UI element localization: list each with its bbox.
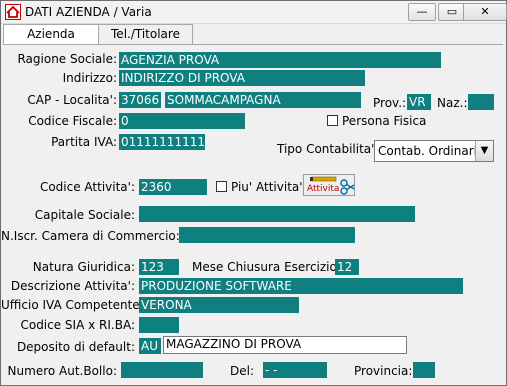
maximize-button[interactable]: ▭ <box>438 3 466 21</box>
descrizione-attivita-label: Descrizione Attivita': <box>10 279 135 293</box>
naz-field[interactable] <box>468 94 494 110</box>
localita-field[interactable]: SOMMACAMPAGNA <box>165 92 361 108</box>
deposito-default-label: Deposito di default: <box>16 340 135 354</box>
tipo-contabilita-select[interactable]: Contab. Ordinaria ▼ <box>374 140 494 162</box>
ragione-sociale-field[interactable]: AGENZIA PROVA <box>119 52 441 68</box>
app-logo-icon <box>5 4 21 20</box>
codice-sia-field[interactable] <box>139 317 179 333</box>
ragione-sociale-label: Ragione Sociale: <box>17 52 117 66</box>
tab-tel-titolare[interactable]: Tel./Titolare <box>98 24 193 44</box>
prov-field[interactable]: VR <box>407 94 431 110</box>
attivita-button[interactable]: Attivita <box>303 174 355 196</box>
deposito-code-field[interactable]: AU <box>139 338 161 354</box>
chevron-down-icon[interactable]: ▼ <box>475 141 493 161</box>
ufficio-iva-field[interactable]: VERONA <box>139 297 299 313</box>
numero-aut-bollo-field[interactable] <box>121 362 203 378</box>
numero-aut-bollo-label: Numero Aut.Bollo: <box>7 364 117 378</box>
close-icon: ✕ <box>480 5 490 18</box>
minimize-icon: — <box>416 5 428 18</box>
codice-fiscale-label: Codice Fiscale: <box>28 114 117 128</box>
capitale-sociale-label: Capitale Sociale: <box>34 208 135 222</box>
descrizione-attivita-field[interactable]: PRODUZIONE SOFTWARE <box>139 278 463 294</box>
tab-bar: Azienda Tel./Titolare <box>3 24 503 44</box>
window-title: DATI AZIENDA / Varia <box>25 5 152 19</box>
n-iscr-label: N.Iscr. Camera di Commercio: <box>1 229 180 243</box>
tipo-contabilita-value: Contab. Ordinaria <box>378 144 485 158</box>
persona-fisica-checkbox[interactable] <box>327 115 338 126</box>
close-button[interactable]: ✕ <box>463 3 507 21</box>
minimize-button[interactable]: — <box>408 3 436 21</box>
provincia-field[interactable] <box>413 362 435 378</box>
del-field[interactable]: - - <box>263 362 327 378</box>
prov-label: Prov.: <box>373 96 407 110</box>
deposito-name-field[interactable]: MAGAZZINO DI PROVA <box>163 336 407 354</box>
tab-panel-border <box>3 44 503 45</box>
cap-field[interactable]: 37066 <box>119 92 161 108</box>
indirizzo-label: Indirizzo: <box>62 71 117 85</box>
tab-azienda[interactable]: Azienda <box>3 24 99 44</box>
title-bar: DATI AZIENDA / Varia — ▭ ✕ <box>1 1 507 24</box>
maximize-icon: ▭ <box>446 5 458 18</box>
mese-chiusura-field[interactable]: 12 <box>335 259 359 275</box>
capitale-sociale-field[interactable] <box>139 206 415 222</box>
codice-sia-label: Codice SIA x RI.BA: <box>20 318 135 332</box>
attivita-button-label: Attivita <box>307 184 340 194</box>
ufficio-iva-label: Ufficio IVA Competente: <box>1 298 144 312</box>
tipo-contabilita-label: Tipo Contabilita': <box>277 142 379 156</box>
piu-attivita-checkbox[interactable] <box>216 181 227 192</box>
natura-giuridica-label: Natura Giuridica: <box>32 260 135 274</box>
main-window: DATI AZIENDA / Varia — ▭ ✕ Azienda Tel./… <box>0 0 507 386</box>
n-iscr-field[interactable] <box>179 227 355 243</box>
indirizzo-field[interactable]: INDIRIZZO DI PROVA <box>119 70 365 86</box>
provincia-label: Provincia: <box>354 364 413 378</box>
natura-giuridica-field[interactable]: 123 <box>139 259 179 275</box>
persona-fisica-label: Persona Fisica <box>342 114 427 128</box>
del-label: Del: <box>230 364 254 378</box>
mese-chiusura-label: Mese Chiusura Esercizio: <box>192 260 341 274</box>
codice-attivita-label: Codice Attivita': <box>39 180 135 194</box>
naz-label: Naz.: <box>437 96 468 110</box>
codice-attivita-field[interactable]: 2360 <box>139 179 207 195</box>
cap-localita-label: CAP - Localita': <box>27 93 117 107</box>
partita-iva-label: Partita IVA: <box>51 135 117 149</box>
partita-iva-field[interactable]: 01111111111 <box>119 134 205 150</box>
codice-fiscale-field[interactable]: 0 <box>119 113 245 129</box>
piu-attivita-label: Piu' Attivita' <box>231 180 303 194</box>
